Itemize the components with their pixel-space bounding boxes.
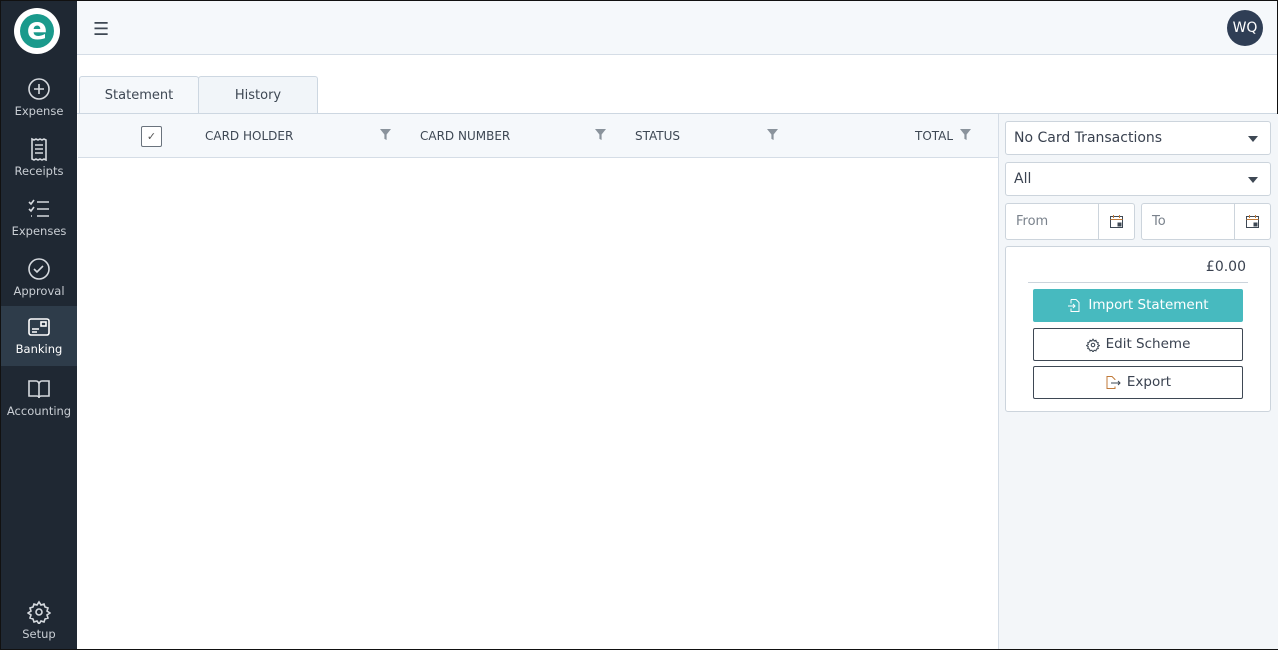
column-status[interactable]: STATUS — [635, 129, 680, 143]
gear-icon — [27, 600, 51, 624]
import-statement-button[interactable]: Import Statement — [1033, 289, 1243, 322]
sidebar: e Expense Receipts Expenses Approval Ban… — [1, 1, 77, 649]
side-panel: No Card Transactions All From To £0.00 I… — [998, 114, 1278, 649]
app-logo[interactable]: e — [14, 8, 60, 54]
sidebar-item-accounting[interactable]: Accounting — [1, 368, 77, 428]
hamburger-menu-icon[interactable]: ☰ — [93, 19, 109, 40]
sidebar-item-receipts[interactable]: Receipts — [1, 128, 77, 188]
sidebar-item-approval[interactable]: Approval — [1, 248, 77, 308]
tab-statement[interactable]: Statement — [79, 76, 199, 114]
filter-icon[interactable] — [767, 129, 778, 140]
caret-down-icon — [1248, 177, 1258, 183]
calendar-icon[interactable] — [1234, 204, 1270, 239]
file-import-icon — [1068, 299, 1080, 312]
top-header: ☰ WQ — [77, 1, 1277, 55]
table-header: ✓ CARD HOLDER CARD NUMBER STATUS TOTAL — [78, 114, 998, 158]
select-all-checkbox[interactable]: ✓ — [141, 126, 162, 147]
sidebar-item-banking[interactable]: Banking — [1, 306, 77, 366]
total-amount: £0.00 — [1205, 259, 1246, 275]
column-card-number[interactable]: CARD NUMBER — [420, 129, 510, 143]
status-filter-select[interactable]: All — [1005, 162, 1271, 196]
filter-icon[interactable] — [380, 129, 391, 140]
sidebar-item-expenses[interactable]: Expenses — [1, 188, 77, 248]
gear-icon — [1085, 337, 1100, 352]
to-date-input[interactable]: To — [1141, 203, 1271, 240]
filter-icon[interactable] — [595, 129, 606, 140]
summary-box: £0.00 Import Statement Edit Scheme Expor… — [1005, 246, 1271, 412]
sidebar-item-setup[interactable]: Setup — [1, 591, 77, 651]
column-card-holder[interactable]: CARD HOLDER — [205, 129, 293, 143]
export-button[interactable]: Export — [1033, 366, 1243, 399]
card-select[interactable]: No Card Transactions — [1005, 121, 1271, 155]
file-export-icon — [1106, 376, 1121, 389]
caret-down-icon — [1248, 136, 1258, 142]
from-date-input[interactable]: From — [1005, 203, 1135, 240]
checklist-icon — [28, 199, 49, 217]
user-avatar[interactable]: WQ — [1227, 10, 1263, 46]
divider — [1028, 282, 1248, 283]
filter-icon[interactable] — [960, 129, 971, 140]
check-circle-icon — [28, 258, 50, 280]
bank-card-icon — [28, 318, 50, 336]
edit-scheme-button[interactable]: Edit Scheme — [1033, 328, 1243, 361]
column-total[interactable]: TOTAL — [915, 129, 953, 143]
sidebar-item-expense[interactable]: Expense — [1, 68, 77, 128]
plus-circle-icon — [28, 78, 50, 100]
receipt-icon — [31, 137, 47, 161]
tab-history[interactable]: History — [198, 76, 318, 114]
calendar-icon[interactable] — [1098, 204, 1134, 239]
book-icon — [28, 380, 50, 399]
